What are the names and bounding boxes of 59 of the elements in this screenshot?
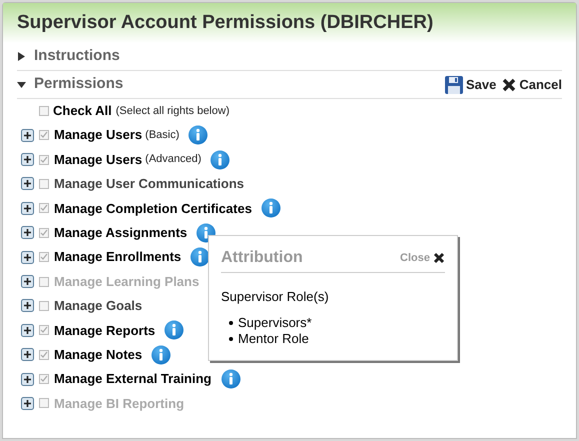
save-button[interactable]: Save bbox=[444, 74, 496, 94]
checkbox[interactable] bbox=[39, 350, 49, 360]
expand-icon[interactable] bbox=[21, 299, 34, 312]
checkbox[interactable] bbox=[39, 106, 49, 116]
expand-icon[interactable] bbox=[21, 226, 34, 240]
section-toggle[interactable]: Instructions bbox=[17, 45, 120, 68]
info-icon[interactable] bbox=[210, 150, 230, 170]
expand-icon[interactable] bbox=[21, 153, 34, 166]
bullet-icon bbox=[229, 336, 233, 340]
checkbox[interactable] bbox=[39, 203, 49, 214]
expand-icon[interactable] bbox=[21, 324, 34, 337]
permission-note: (Basic) bbox=[145, 128, 180, 143]
permission-label: Manage Users bbox=[54, 126, 142, 144]
permission-label: Manage Completion Certificates bbox=[54, 200, 252, 218]
popup-heading: Supervisor Role(s) bbox=[221, 288, 330, 306]
permission-label: Manage Users bbox=[54, 150, 142, 169]
expand-icon[interactable] bbox=[21, 348, 34, 362]
expand-icon[interactable] bbox=[21, 177, 34, 190]
check-all-label: Check All bbox=[53, 102, 112, 120]
section-toggle[interactable]: Permissions bbox=[17, 73, 124, 96]
permission-label: Manage User Communications bbox=[54, 175, 244, 194]
role-item: Mentor Role bbox=[238, 330, 309, 346]
info-icon[interactable] bbox=[190, 247, 210, 268]
permission-label: Manage Goals bbox=[54, 297, 142, 316]
permission-note: (Advanced) bbox=[145, 152, 202, 168]
info-icon[interactable] bbox=[188, 125, 208, 146]
info-icon[interactable] bbox=[220, 369, 240, 390]
role-item: Supervisors* bbox=[238, 314, 312, 330]
permission-label: Manage Notes bbox=[54, 346, 142, 364]
bullet-icon bbox=[229, 320, 233, 324]
info-icon[interactable] bbox=[260, 198, 281, 218]
check-all-note: (Select all rights below) bbox=[116, 104, 230, 119]
close-icon bbox=[502, 78, 516, 92]
expand-icon[interactable] bbox=[21, 202, 34, 215]
info-icon[interactable] bbox=[151, 344, 172, 365]
permission-label: Manage BI Reporting bbox=[54, 394, 184, 413]
checkbox[interactable] bbox=[39, 325, 49, 336]
checkbox[interactable] bbox=[39, 130, 49, 140]
checkbox[interactable] bbox=[39, 300, 49, 311]
checkbox[interactable] bbox=[39, 178, 49, 189]
checkbox[interactable] bbox=[39, 374, 49, 384]
popup-title: Attribution bbox=[221, 248, 303, 268]
checkbox[interactable] bbox=[39, 154, 49, 165]
close-icon bbox=[433, 252, 445, 264]
info-icon[interactable] bbox=[164, 320, 184, 340]
permission-label: Manage Learning Plans bbox=[54, 272, 200, 291]
checkbox[interactable] bbox=[39, 228, 49, 238]
permission-label: Manage Assignments bbox=[54, 224, 188, 242]
caret-right-icon bbox=[17, 52, 26, 61]
cancel-button[interactable]: Cancel bbox=[502, 74, 562, 94]
permission-label: Manage Enrollments bbox=[54, 248, 182, 266]
expand-icon[interactable] bbox=[21, 250, 34, 264]
caret-down-icon bbox=[17, 80, 26, 89]
window-title: Supervisor Account Permissions (DBIRCHER) bbox=[17, 10, 434, 35]
checkbox[interactable] bbox=[39, 252, 49, 262]
expand-icon[interactable] bbox=[21, 128, 34, 142]
expand-icon[interactable] bbox=[21, 372, 34, 386]
permission-label: Manage Reports bbox=[54, 322, 156, 340]
permission-label: Manage External Training bbox=[54, 370, 212, 388]
